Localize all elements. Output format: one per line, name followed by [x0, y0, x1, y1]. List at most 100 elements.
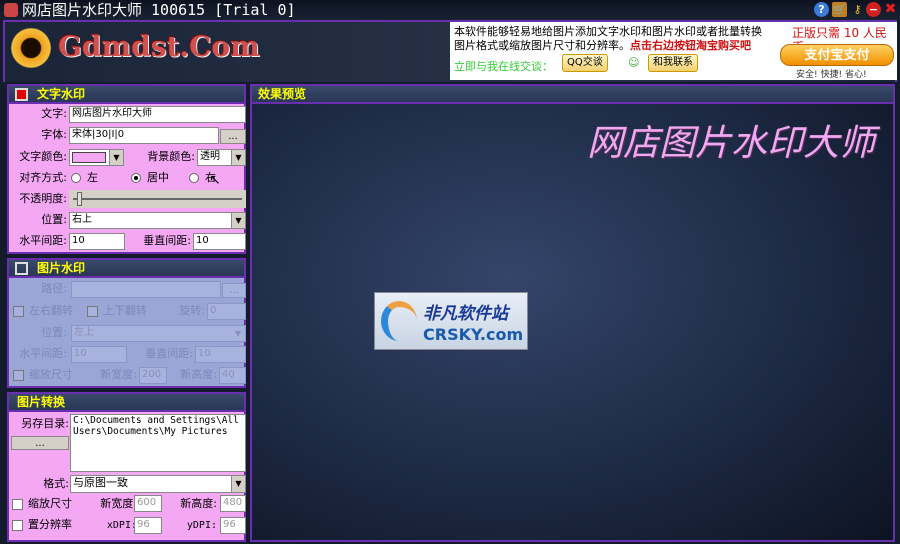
contact-me-button[interactable]: 和我联系 — [648, 54, 698, 72]
align-center-radio[interactable] — [131, 173, 141, 183]
rotate-input[interactable]: 0 — [207, 303, 246, 320]
text-watermark-header: 文字水印 — [7, 84, 246, 104]
flip-v-label: 上下翻转 — [103, 304, 147, 317]
image-resize-label: 缩放尺寸 — [29, 368, 73, 381]
label-position: 位置: — [41, 326, 67, 339]
crsky-en-text: CRSKY.com — [423, 325, 524, 344]
label-path: 路径: — [41, 282, 67, 295]
mouse-cursor-icon: ↖ — [209, 172, 221, 188]
save-dir-browse-button[interactable]: ... — [11, 436, 69, 450]
slider-thumb[interactable] — [77, 192, 82, 206]
minimize-icon[interactable]: − — [866, 2, 881, 17]
label-font: 字体: — [41, 128, 67, 141]
xdpi-input[interactable]: 96 — [134, 517, 162, 534]
label-hspace: 水平间距: — [19, 234, 67, 247]
window-title: 网店图片水印大师 100615 [Trial 0] — [22, 1, 296, 19]
ydpi-input[interactable]: 96 — [220, 517, 246, 534]
label-vspace: 垂直间距: — [143, 234, 191, 247]
label-width: 新宽度: — [100, 497, 137, 510]
width-input[interactable]: 600 — [134, 495, 162, 512]
crsky-cn-text: 非凡软件站 — [423, 304, 508, 324]
key-icon[interactable]: ⚷ — [850, 2, 865, 17]
label-ydpi: yDPI: — [186, 520, 217, 531]
preview-title: 效果预览 — [258, 87, 307, 101]
cart-icon[interactable]: 🛒 — [832, 2, 847, 17]
path-input[interactable] — [71, 281, 221, 298]
position-value: 右上 — [72, 214, 92, 225]
align-center-label: 居中 — [147, 171, 169, 184]
label-hspace: 水平间距: — [19, 347, 67, 360]
crsky-swirl-icon — [381, 301, 417, 341]
ad-text-line2: 图片格式或缩放图片尺寸和分辨率。 — [454, 39, 630, 52]
resize-checkbox[interactable] — [12, 499, 23, 510]
label-bg-color: 背景颜色: — [147, 150, 195, 163]
align-left-label: 左 — [87, 171, 98, 184]
qq-chat-button[interactable]: QQ交谈 — [562, 54, 608, 72]
chevron-down-icon: ▼ — [231, 476, 245, 492]
text-input[interactable]: 网店图片水印大师 — [69, 106, 246, 123]
image-vspace-input[interactable]: 10 — [195, 346, 246, 363]
chat-label: 立即与我在线交谈： — [454, 60, 553, 73]
convert-form: 另存目录: ... C:\Documents and Settings\All … — [7, 412, 246, 542]
help-icon[interactable]: ? — [814, 2, 829, 17]
preview-header: 效果预览 — [252, 86, 893, 104]
image-resize-checkbox[interactable] — [13, 370, 24, 381]
preview-panel: 效果预览 网店图片水印大师 非凡软件站 CRSKY.com — [250, 84, 895, 542]
font-browse-button[interactable]: ... — [220, 129, 246, 144]
image-width-input[interactable]: 200 — [139, 367, 167, 384]
contact-icon: ☺ — [628, 56, 640, 69]
image-watermark-header: 图片水印 — [7, 258, 246, 278]
bg-color-value: 透明 — [200, 151, 220, 162]
ad-text-line1: 本软件能够轻易地给图片添加文字水印和图片水印或者批量转换 — [454, 25, 762, 38]
section-title: 图片水印 — [37, 261, 86, 275]
preview-canvas: 网店图片水印大师 非凡软件站 CRSKY.com — [252, 104, 893, 540]
brand-logo: Gdmdst.Com — [58, 30, 260, 63]
flip-v-checkbox[interactable] — [87, 306, 98, 317]
label-height: 新高度: — [180, 497, 217, 510]
save-dir-input[interactable]: C:\Documents and Settings\All Users\Docu… — [70, 414, 246, 472]
convert-header: 图片转换 — [7, 392, 246, 412]
preview-image: 非凡软件站 CRSKY.com — [374, 292, 528, 350]
chevron-down-icon: ▼ — [231, 213, 245, 228]
hspace-input[interactable]: 10 — [69, 233, 125, 250]
height-input[interactable]: 480 — [220, 495, 246, 512]
label-align: 对齐方式: — [19, 171, 67, 184]
label-format: 格式: — [43, 477, 69, 490]
format-value: 与原图一致 — [73, 476, 128, 489]
image-height-input[interactable]: 40 — [219, 367, 246, 384]
label-text: 文字: — [41, 107, 67, 120]
text-color-select[interactable]: ▼ — [69, 149, 124, 166]
label-vspace: 垂直间距: — [145, 347, 193, 360]
text-watermark-form: 文字: 网店图片水印大师 字体: 宋体|30|I|0 ... 文字颜色: ▼ 背… — [7, 104, 246, 254]
text-watermark-checkbox[interactable] — [15, 88, 28, 101]
vspace-input[interactable]: 10 — [193, 233, 246, 250]
chevron-down-icon: ▼ — [231, 150, 245, 165]
close-icon[interactable]: ✖ — [883, 2, 898, 17]
sunflower-logo-icon — [8, 26, 54, 70]
image-position-select[interactable]: 左上 ▼ — [71, 325, 246, 342]
label-position: 位置: — [41, 213, 67, 226]
alipay-button[interactable]: 支付宝支付 — [780, 44, 894, 66]
format-select[interactable]: 与原图一致 ▼ — [70, 475, 246, 493]
bg-color-select[interactable]: 透明 ▼ — [197, 149, 246, 166]
font-input[interactable]: 宋体|30|I|0 — [69, 127, 219, 144]
dpi-checkbox[interactable] — [12, 520, 23, 531]
label-width: 新宽度: — [100, 368, 137, 381]
position-select[interactable]: 右上 ▼ — [69, 212, 246, 229]
label-xdpi: xDPI: — [106, 520, 137, 531]
flip-h-label: 左右翻转 — [29, 304, 73, 317]
chevron-down-icon: ▼ — [231, 326, 245, 341]
align-right-radio[interactable] — [189, 173, 199, 183]
opacity-slider[interactable] — [69, 190, 246, 208]
label-save-dir: 另存目录: — [21, 417, 69, 430]
image-hspace-input[interactable]: 10 — [71, 346, 127, 363]
path-browse-button[interactable]: ... — [222, 283, 246, 298]
ad-box: 本软件能够轻易地给图片添加文字水印和图片水印或者批量转换 图片格式或缩放图片尺寸和… — [450, 22, 897, 80]
alipay-subtitle: 安全! 快捷! 省心! — [796, 70, 867, 80]
align-left-radio[interactable] — [71, 173, 81, 183]
image-watermark-checkbox[interactable] — [15, 262, 28, 275]
chevron-down-icon: ▼ — [109, 150, 123, 165]
flip-h-checkbox[interactable] — [13, 306, 24, 317]
app-icon — [4, 3, 18, 17]
ad-buy-text: 点击右边按钮淘宝购买吧 — [630, 39, 751, 52]
